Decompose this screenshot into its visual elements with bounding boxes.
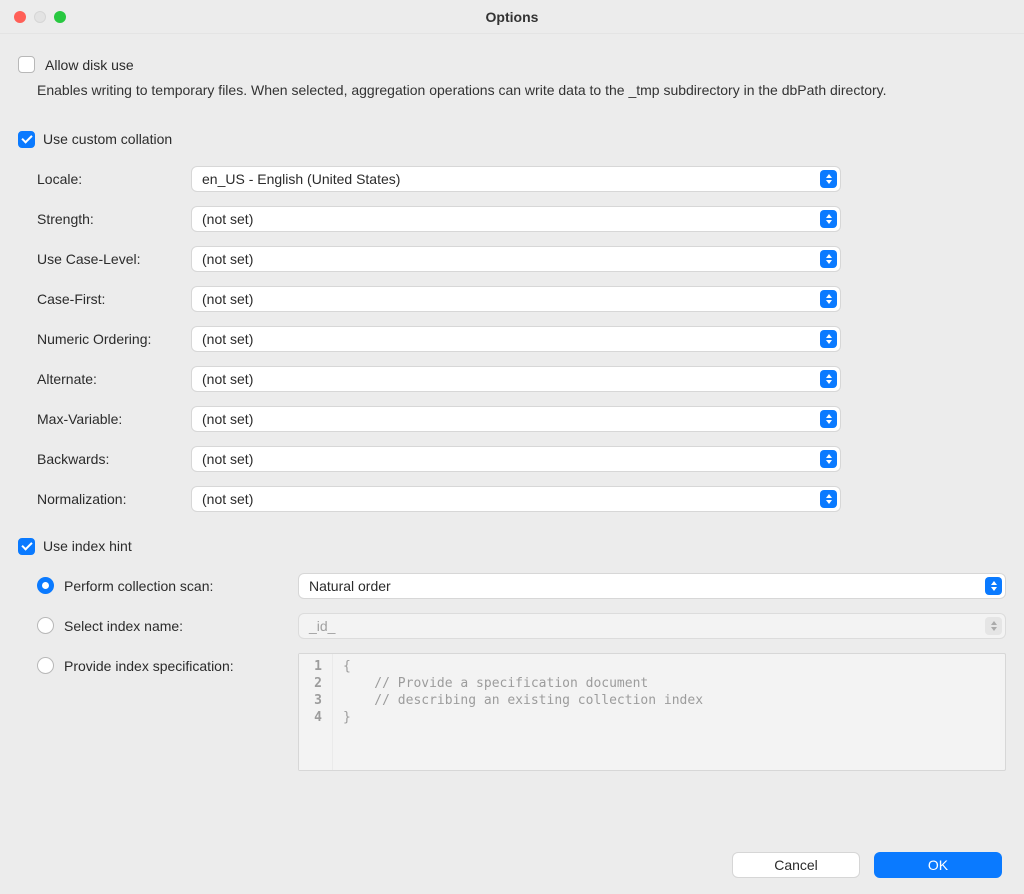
radio-perform-collection-scan[interactable] xyxy=(37,577,54,594)
collation-select-locale[interactable]: en_US - English (United States) xyxy=(191,166,841,192)
select-stepper-icon xyxy=(820,410,837,428)
index-hint-options: Perform collection scan: Natural order S… xyxy=(37,573,1006,771)
use-custom-collation-row: Use custom collation xyxy=(18,131,1006,148)
collation-label-numeric-ordering: Numeric Ordering: xyxy=(37,331,191,347)
collation-rows: Locale: en_US - English (United States) … xyxy=(37,166,1006,512)
select-stepper-icon xyxy=(820,250,837,268)
select-index-name: _id_ xyxy=(298,613,1006,639)
select-stepper-icon xyxy=(985,577,1002,595)
use-index-hint-section: Use index hint Perform collection scan: … xyxy=(18,538,1006,771)
collation-select-backwards[interactable]: (not set) xyxy=(191,446,841,472)
select-stepper-icon xyxy=(820,450,837,468)
collation-label-backwards: Backwards: xyxy=(37,451,191,467)
collation-value-locale: en_US - English (United States) xyxy=(202,171,400,187)
allow-disk-use-desc: Enables writing to temporary files. When… xyxy=(37,81,1006,101)
collation-select-max-variable[interactable]: (not set) xyxy=(191,406,841,432)
collation-select-alternate[interactable]: (not set) xyxy=(191,366,841,392)
collation-row-strength: Strength: (not set) xyxy=(37,206,1006,232)
collation-label-max-variable: Max-Variable: xyxy=(37,411,191,427)
radio-select-index-name[interactable] xyxy=(37,617,54,634)
cancel-button[interactable]: Cancel xyxy=(732,852,860,878)
option-select-index-name: Select index name: _id_ xyxy=(37,613,1006,639)
collation-select-normalization[interactable]: (not set) xyxy=(191,486,841,512)
radio-provide-index-spec[interactable] xyxy=(37,657,54,674)
ok-button[interactable]: OK xyxy=(874,852,1002,878)
allow-disk-use-checkbox[interactable] xyxy=(18,56,35,73)
titlebar: Options xyxy=(0,0,1024,34)
index-spec-editor: 1234 { // Provide a specification docume… xyxy=(298,653,1006,771)
collation-row-backwards: Backwards: (not set) xyxy=(37,446,1006,472)
content: Allow disk use Enables writing to tempor… xyxy=(0,34,1024,771)
traffic-lights xyxy=(0,11,66,23)
maximize-window-button[interactable] xyxy=(54,11,66,23)
use-index-hint-checkbox[interactable] xyxy=(18,538,35,555)
collation-row-max-variable: Max-Variable: (not set) xyxy=(37,406,1006,432)
collation-row-case-first: Case-First: (not set) xyxy=(37,286,1006,312)
option-provide-index-spec: Provide index specification: 1234 { // P… xyxy=(37,653,1006,771)
collation-row-case-level: Use Case-Level: (not set) xyxy=(37,246,1006,272)
select-stepper-icon xyxy=(820,490,837,508)
label-select-index-name: Select index name: xyxy=(64,613,288,639)
select-collection-scan-order[interactable]: Natural order xyxy=(298,573,1006,599)
collation-select-numeric-ordering[interactable]: (not set) xyxy=(191,326,841,352)
window-title: Options xyxy=(0,9,1024,25)
minimize-window-button xyxy=(34,11,46,23)
use-custom-collation-label: Use custom collation xyxy=(43,131,172,147)
select-stepper-icon xyxy=(820,330,837,348)
use-index-hint-label: Use index hint xyxy=(43,538,132,554)
code-gutter: 1234 xyxy=(299,654,333,770)
select-stepper-icon xyxy=(820,170,837,188)
select-stepper-icon xyxy=(820,290,837,308)
select-stepper-icon xyxy=(820,210,837,228)
label-perform-collection-scan: Perform collection scan: xyxy=(64,573,288,599)
select-stepper-icon xyxy=(985,617,1002,635)
collation-row-locale: Locale: en_US - English (United States) xyxy=(37,166,1006,192)
collation-label-case-level: Use Case-Level: xyxy=(37,251,191,267)
collation-label-case-first: Case-First: xyxy=(37,291,191,307)
collation-label-alternate: Alternate: xyxy=(37,371,191,387)
collation-label-normalization: Normalization: xyxy=(37,491,191,507)
close-window-button[interactable] xyxy=(14,11,26,23)
collation-select-case-first[interactable]: (not set) xyxy=(191,286,841,312)
use-index-hint-row: Use index hint xyxy=(18,538,1006,555)
allow-disk-use-label: Allow disk use xyxy=(45,57,134,73)
collation-label-locale: Locale: xyxy=(37,171,191,187)
collation-row-alternate: Alternate: (not set) xyxy=(37,366,1006,392)
collation-label-strength: Strength: xyxy=(37,211,191,227)
allow-disk-use-row: Allow disk use xyxy=(18,56,1006,73)
collation-row-numeric-ordering: Numeric Ordering: (not set) xyxy=(37,326,1006,352)
collation-row-normalization: Normalization: (not set) xyxy=(37,486,1006,512)
option-perform-collection-scan: Perform collection scan: Natural order xyxy=(37,573,1006,599)
dialog-footer: Cancel OK xyxy=(732,852,1002,878)
collation-select-strength[interactable]: (not set) xyxy=(191,206,841,232)
use-custom-collation-checkbox[interactable] xyxy=(18,131,35,148)
select-stepper-icon xyxy=(820,370,837,388)
label-provide-index-spec: Provide index specification: xyxy=(64,653,288,679)
collation-select-case-level[interactable]: (not set) xyxy=(191,246,841,272)
code-area: { // Provide a specification document //… xyxy=(333,654,1005,770)
